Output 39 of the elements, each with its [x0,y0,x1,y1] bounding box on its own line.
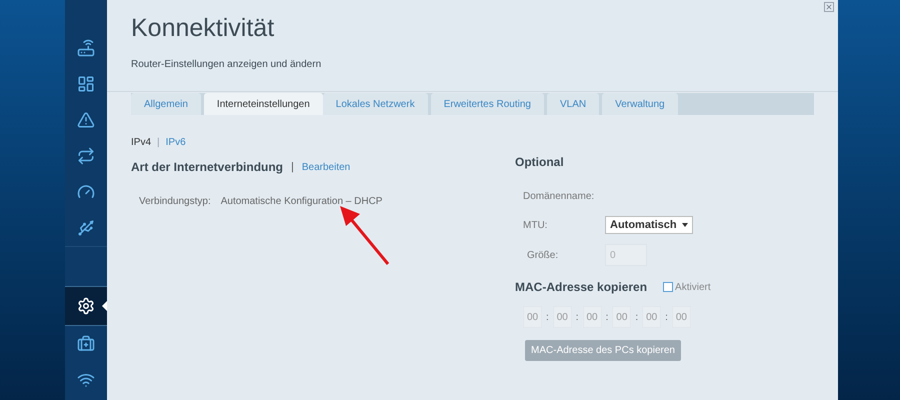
sidebar-item[interactable] [65,286,107,326]
edit-link[interactable]: Bearbeiten [302,160,350,174]
warning-icon [77,111,95,129]
field-value: Automatische Konfiguration – DHCP [220,195,382,209]
checkbox-label: Aktiviert [675,280,711,294]
separator: : [606,310,608,324]
page-subtitle: Router-Einstellungen anzeigen und ändern [131,58,322,72]
wifi-icon [77,371,95,389]
tab[interactable]: VLAN [546,93,600,115]
tab[interactable]: Allgemein [131,93,201,115]
mtu-dropdown[interactable]: Automatisch [605,216,693,234]
router-icon [77,39,95,57]
field-label: Domänenname: [523,190,596,204]
settings-icon [77,297,95,315]
separator: : [576,310,579,324]
tab[interactable]: Erweitertes Routing [430,93,544,115]
section-heading: Optional [515,154,565,171]
swap-icon [77,147,95,165]
separator: : [546,310,549,324]
tab[interactable]: Lokales Netzwerk [322,93,428,115]
gauge-icon [77,183,95,201]
tab[interactable]: Verwaltung [602,93,678,115]
field-label: MTU: [523,218,548,232]
section-heading: Art der Internetverbindung [131,159,284,176]
field-label: Größe: [527,248,560,262]
ip-version-link[interactable]: IPv6 [166,135,186,150]
page-title: Konnektivität [131,16,276,41]
usb-icon [77,219,95,237]
separator: | [157,136,160,150]
dashboard-icon [77,75,95,93]
caret-icon [682,223,688,227]
field-label: Verbindungstyp: [139,195,211,209]
medical-case-icon [77,335,95,353]
ip-version-link[interactable]: IPv4 [131,135,152,150]
separator: | [291,160,294,175]
tab[interactable]: Interneteinstellungen [204,93,323,115]
separator: : [635,310,638,324]
separator: : [665,310,668,324]
section-heading: MAC-Adresse kopieren [515,279,648,296]
